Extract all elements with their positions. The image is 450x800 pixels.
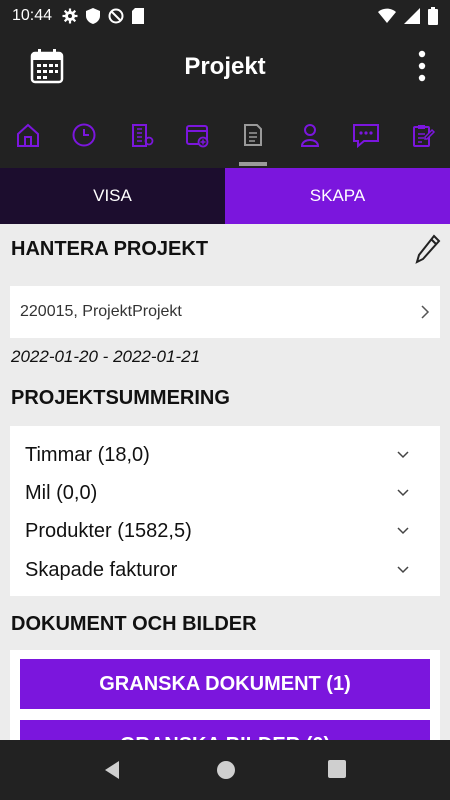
- calendar-add-icon[interactable]: [184, 122, 210, 148]
- status-right: [378, 7, 438, 25]
- tab-bar: [0, 102, 450, 168]
- chat-icon[interactable]: [352, 122, 380, 148]
- app-bar: Projekt: [0, 32, 450, 102]
- pencil-icon[interactable]: [415, 234, 441, 264]
- gear-icon: [62, 8, 78, 24]
- view-segment: VISA SKAPA: [0, 168, 450, 224]
- status-time: 10:44: [12, 7, 53, 24]
- home-icon[interactable]: [15, 122, 41, 148]
- chevron-right-icon: [421, 305, 430, 319]
- building-icon[interactable]: [129, 122, 155, 148]
- summary-row-label: Produkter (1582,5): [25, 519, 192, 542]
- data-saver-icon: [108, 8, 124, 24]
- calendar-icon[interactable]: [30, 48, 64, 84]
- tab-visa[interactable]: VISA: [0, 168, 225, 224]
- system-nav-bar: [0, 740, 450, 800]
- summary-row-mileage[interactable]: Mil (0,0): [25, 474, 440, 512]
- chevron-down-icon: [397, 489, 409, 497]
- summary-row-hours[interactable]: Timmar (18,0): [25, 436, 440, 474]
- project-dates: 2022-01-20 - 2022-01-21: [11, 347, 201, 366]
- documents-card: GRANSKA DOKUMENT (1) GRANSKA BILDER (0): [10, 650, 440, 740]
- person-icon[interactable]: [297, 122, 323, 148]
- project-selector[interactable]: 220015, ProjektProjekt: [10, 286, 440, 338]
- tab-indicator: [239, 162, 267, 166]
- summary-row-products[interactable]: Produkter (1582,5): [25, 512, 440, 550]
- review-images-button[interactable]: GRANSKA BILDER (0): [20, 720, 430, 740]
- recents-icon[interactable]: [328, 760, 346, 778]
- clock-icon[interactable]: [71, 122, 97, 148]
- status-icons: [62, 8, 145, 24]
- clipboard-edit-icon[interactable]: [410, 122, 436, 148]
- back-icon[interactable]: [103, 760, 121, 780]
- page-title: Projekt: [184, 53, 266, 80]
- chevron-down-icon: [397, 566, 409, 574]
- signal-icon: [404, 8, 420, 24]
- summary-row-invoices[interactable]: Skapade fakturor: [25, 551, 440, 589]
- summary-row-label: Timmar (18,0): [25, 443, 150, 466]
- home-nav-icon[interactable]: [216, 760, 236, 780]
- project-summary-heading: PROJEKTSUMMERING: [11, 387, 230, 409]
- battery-icon: [428, 7, 438, 25]
- wifi-icon: [378, 8, 396, 23]
- more-vertical-icon[interactable]: [416, 50, 428, 82]
- project-name: 220015, ProjektProjekt: [20, 303, 182, 320]
- tab-skapa[interactable]: SKAPA: [225, 168, 450, 224]
- document-icon[interactable]: [240, 122, 266, 148]
- chevron-down-icon: [397, 527, 409, 535]
- sim-card-icon: [132, 8, 145, 24]
- summary-row-label: Mil (0,0): [25, 481, 98, 504]
- documents-heading: DOKUMENT OCH BILDER: [11, 613, 257, 635]
- shield-icon: [86, 8, 101, 24]
- summary-row-label: Skapade fakturor: [25, 558, 178, 581]
- status-bar: 10:44: [0, 0, 450, 32]
- chevron-down-icon: [397, 451, 409, 459]
- review-documents-button[interactable]: GRANSKA DOKUMENT (1): [20, 659, 430, 709]
- manage-project-heading: HANTERA PROJEKT: [11, 238, 209, 260]
- summary-card: Timmar (18,0) Mil (0,0) Produkter (1582,…: [10, 426, 440, 596]
- content-area[interactable]: HANTERA PROJEKT 220015, ProjektProjekt 2…: [0, 224, 450, 740]
